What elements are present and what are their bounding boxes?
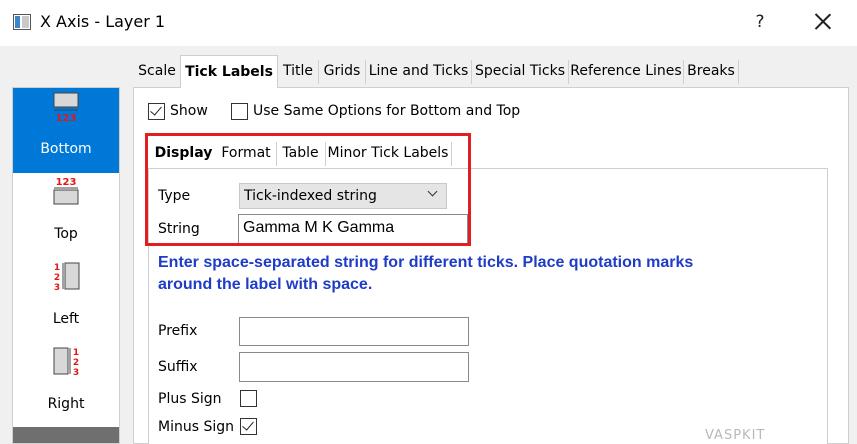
- minus-sign-checkbox[interactable]: [240, 418, 257, 435]
- show-checkbox[interactable]: [148, 103, 165, 120]
- inner-tab-separator: [276, 142, 277, 166]
- tab-line-and-ticks[interactable]: Line and Ticks: [367, 58, 470, 87]
- string-label: String: [158, 221, 200, 237]
- tab-minor-tick-labels[interactable]: Minor Tick Labels: [327, 142, 449, 168]
- right-axis-icon-digit-3: 3: [73, 368, 79, 377]
- side-item-bottom-label: Bottom: [40, 141, 92, 157]
- type-label: Type: [158, 188, 191, 204]
- tab-format[interactable]: Format: [218, 142, 274, 168]
- tab-separator: [471, 60, 472, 84]
- tab-separator: [738, 60, 739, 84]
- plus-sign-label: Plus Sign: [158, 391, 222, 407]
- right-axis-icon-digit-1: 1: [73, 348, 79, 358]
- tab-separator: [365, 60, 366, 84]
- bottom-axis-icon-digits: 123: [56, 113, 77, 122]
- left-axis-icon: 1 2 3: [54, 262, 80, 292]
- hint-line-1: Enter space-separated string for differe…: [158, 254, 694, 271]
- inner-tab-separator: [325, 142, 326, 166]
- watermark-text: VASPKIT: [705, 428, 766, 443]
- tab-title[interactable]: Title: [279, 58, 317, 87]
- right-axis-icon-digit-2: 2: [73, 358, 79, 368]
- side-item-left[interactable]: 1 2 3 Left: [13, 258, 119, 343]
- side-item-top[interactable]: 123 Top: [13, 173, 119, 258]
- side-item-right[interactable]: 1 2 3 Right: [13, 343, 119, 428]
- tab-display[interactable]: Display: [152, 142, 215, 168]
- bottom-axis-icon: 123: [53, 92, 79, 122]
- prefix-input[interactable]: [239, 317, 469, 346]
- window-title: X Axis - Layer 1: [40, 12, 166, 31]
- watermark: VASPKIT: [705, 428, 765, 443]
- side-list-scroll-strip: [13, 427, 119, 443]
- tab-separator: [318, 60, 319, 84]
- tab-table[interactable]: Table: [278, 142, 323, 168]
- suffix-label: Suffix: [158, 359, 198, 375]
- inner-tab-separator: [451, 142, 452, 166]
- help-button[interactable]: ?: [750, 12, 770, 32]
- plus-sign-checkbox[interactable]: [240, 390, 257, 407]
- app-window-icon: [13, 14, 31, 30]
- tab-separator: [568, 60, 569, 84]
- tab-tick-labels[interactable]: Tick Labels: [180, 55, 278, 88]
- chevron-down-icon: [427, 186, 438, 197]
- minus-sign-label: Minus Sign: [158, 419, 234, 435]
- close-icon[interactable]: [812, 8, 834, 36]
- prefix-label: Prefix: [158, 323, 198, 339]
- tab-breaks[interactable]: Breaks: [685, 58, 737, 87]
- side-item-left-label: Left: [52, 311, 80, 327]
- tab-scale[interactable]: Scale: [136, 58, 178, 87]
- title-bar: X Axis - Layer 1 ?: [0, 0, 857, 46]
- side-item-top-label: Top: [54, 226, 78, 242]
- side-item-bottom[interactable]: 123 Bottom: [13, 88, 119, 173]
- tab-grids[interactable]: Grids: [320, 58, 364, 87]
- tab-special-ticks[interactable]: Special Ticks: [473, 58, 567, 87]
- left-axis-icon-digit-2: 2: [54, 273, 60, 283]
- top-axis-icon-digits: 123: [56, 177, 77, 188]
- hint-text: Enter space-separated string for differe…: [158, 252, 798, 296]
- right-axis-icon: 1 2 3: [53, 347, 79, 377]
- tab-separator: [683, 60, 684, 84]
- suffix-input[interactable]: [239, 352, 469, 382]
- side-item-right-label: Right: [47, 396, 85, 412]
- same-options-label: Use Same Options for Bottom and Top: [253, 103, 521, 119]
- type-select-value: Tick-indexed string: [244, 188, 377, 204]
- hint-line-2: around the label with space.: [158, 276, 373, 293]
- left-axis-icon-digit-1: 1: [54, 263, 60, 273]
- show-label: Show: [170, 103, 208, 119]
- same-options-checkbox[interactable]: [231, 103, 248, 120]
- top-axis-icon: 123: [53, 177, 79, 205]
- string-input[interactable]: Gamma M K Gamma: [238, 214, 468, 244]
- axis-side-list: 123 Bottom 123 Top 1 2 3 Left 1 2 3 Righ…: [12, 87, 120, 444]
- tab-reference-lines[interactable]: Reference Lines: [570, 58, 682, 87]
- left-axis-icon-digit-3: 3: [54, 283, 60, 292]
- type-select[interactable]: Tick-indexed string: [239, 183, 447, 209]
